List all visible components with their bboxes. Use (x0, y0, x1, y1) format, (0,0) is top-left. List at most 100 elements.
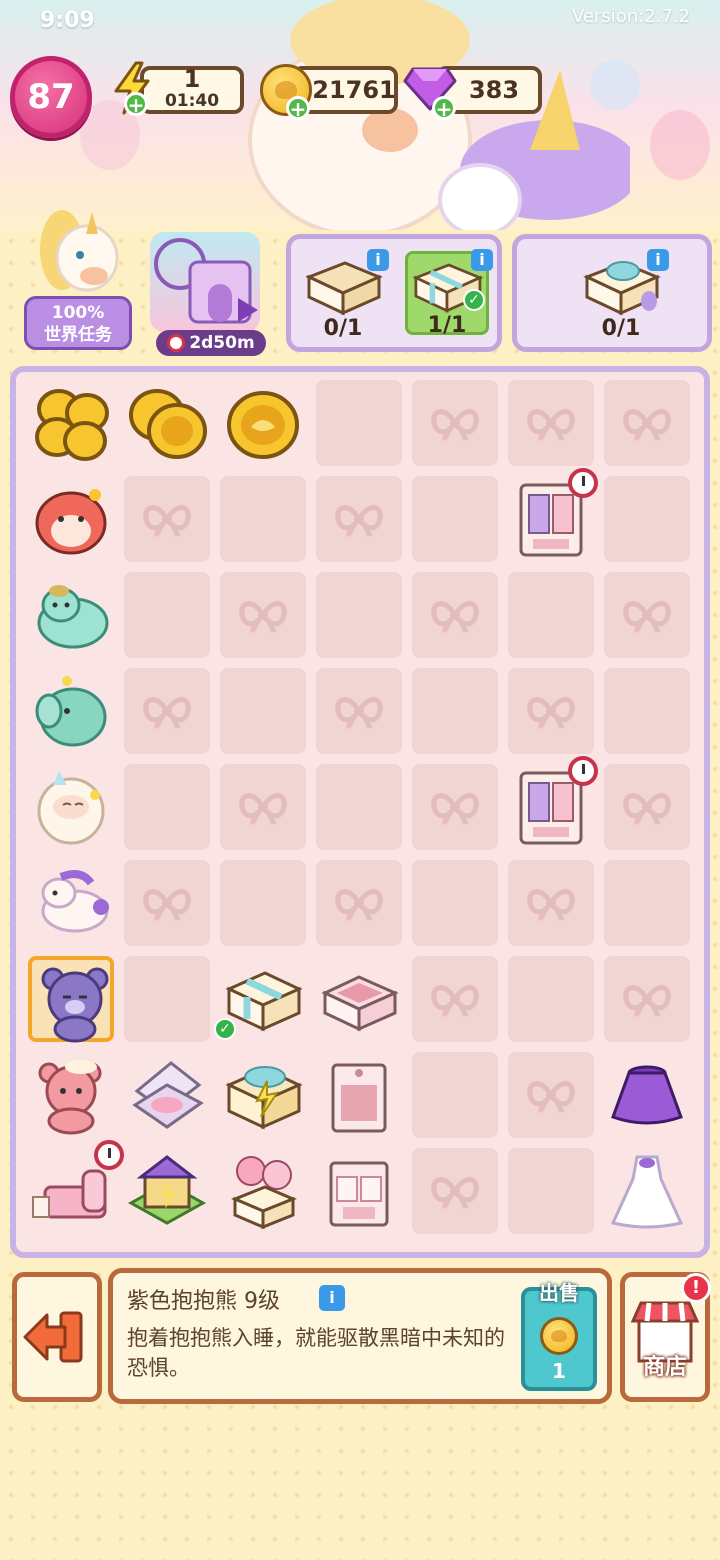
checkmark-icon: ✓ (214, 1018, 236, 1040)
board-cell[interactable] (604, 860, 690, 946)
board-cell[interactable] (508, 668, 594, 754)
clock-icon (568, 756, 598, 786)
board-cell[interactable] (508, 1148, 594, 1234)
order-count: 0/1 (601, 316, 641, 341)
board-cell[interactable] (316, 956, 402, 1042)
info-icon[interactable]: i (647, 249, 669, 271)
locked-bow-icon (622, 980, 672, 1018)
info-icon[interactable]: i (471, 249, 493, 271)
player-level-badge[interactable]: 87 (10, 56, 92, 138)
sell-price: 1 (552, 1359, 566, 1383)
board-cell[interactable] (412, 764, 498, 850)
locked-bow-icon (334, 884, 384, 922)
board-cell[interactable] (28, 572, 114, 658)
add-gems-button[interactable]: + (432, 96, 456, 120)
board-cell[interactable] (220, 668, 306, 754)
board-cell[interactable] (508, 956, 594, 1042)
board-cell[interactable] (604, 764, 690, 850)
board-cell[interactable] (316, 476, 402, 562)
item-info-icon[interactable]: i (319, 1285, 345, 1311)
board-cell[interactable] (220, 380, 306, 466)
carnival-event-button[interactable] (150, 232, 260, 332)
board-cell[interactable] (124, 1148, 210, 1234)
board-cell[interactable] (28, 764, 114, 850)
board-cell[interactable] (220, 764, 306, 850)
merge-board: ✓ (10, 366, 710, 1258)
board-cell[interactable] (508, 572, 594, 658)
board-cell[interactable] (604, 380, 690, 466)
board-cell[interactable] (316, 1148, 402, 1234)
shop-button[interactable]: 商店 ! (620, 1272, 711, 1402)
board-cell[interactable] (316, 860, 402, 946)
board-cell[interactable] (124, 956, 210, 1042)
locked-bow-icon (334, 500, 384, 538)
board-cell[interactable] (604, 572, 690, 658)
locked-bow-icon (334, 692, 384, 730)
board-cell[interactable] (124, 572, 210, 658)
board-cell[interactable] (604, 476, 690, 562)
notification-badge: ! (681, 1273, 711, 1303)
order-count: 1/1 (427, 313, 467, 338)
board-cell[interactable] (508, 1052, 594, 1138)
status-time: 9:09 (40, 8, 95, 33)
add-coins-button[interactable]: + (286, 96, 310, 120)
board-cell[interactable] (28, 668, 114, 754)
board-cell[interactable] (220, 476, 306, 562)
board-cell[interactable] (412, 1052, 498, 1138)
board-cell[interactable] (508, 756, 598, 850)
board-cell[interactable] (508, 860, 594, 946)
board-cell[interactable] (604, 668, 690, 754)
exit-button[interactable] (12, 1272, 102, 1402)
board-cell[interactable] (124, 1052, 210, 1138)
board-cell[interactable] (28, 860, 114, 946)
board-cell[interactable] (28, 1052, 114, 1138)
board-cell[interactable] (28, 1140, 124, 1234)
board-cell[interactable] (124, 668, 210, 754)
coin-icon (540, 1317, 578, 1355)
locked-bow-icon (430, 1172, 480, 1210)
board-cell[interactable] (28, 956, 115, 1043)
board-cell[interactable] (412, 380, 498, 466)
board-cell[interactable] (508, 468, 598, 562)
board-cell[interactable] (316, 1052, 402, 1138)
hamster-icon (31, 479, 111, 559)
purplebear-icon (35, 963, 115, 1043)
board-cell[interactable] (28, 380, 114, 466)
coin-value: 21761 (312, 76, 396, 104)
board-cell[interactable]: ✓ (214, 956, 306, 1042)
board-cell[interactable] (124, 860, 210, 946)
board-cell[interactable] (508, 380, 594, 466)
info-icon[interactable]: i (367, 249, 389, 271)
unicorn-icon (31, 863, 111, 943)
board-cell[interactable] (412, 956, 498, 1042)
world-task-button[interactable]: 100% 世界任务 (24, 296, 132, 350)
board-cell[interactable] (604, 1148, 690, 1234)
board-cell[interactable] (220, 1148, 306, 1234)
board-cell[interactable] (412, 476, 498, 562)
board-cell[interactable] (124, 380, 210, 466)
locked-bow-icon (142, 692, 192, 730)
board-cell[interactable] (412, 668, 498, 754)
add-energy-button[interactable]: + (124, 92, 148, 116)
board-cell[interactable] (124, 476, 210, 562)
board-cell[interactable] (316, 380, 402, 466)
board-cell[interactable] (28, 476, 114, 562)
board-cell[interactable] (316, 764, 402, 850)
board-cell[interactable] (220, 860, 306, 946)
board-cell[interactable] (316, 668, 402, 754)
board-cell[interactable] (220, 1052, 306, 1138)
board-cell[interactable] (316, 572, 402, 658)
board-cell[interactable] (412, 1148, 498, 1234)
dresser-icon (319, 1151, 399, 1231)
board-cell[interactable] (604, 1052, 690, 1138)
board-cell[interactable] (412, 572, 498, 658)
sell-button[interactable]: 出售 1 (521, 1281, 597, 1391)
board-cell[interactable] (220, 572, 306, 658)
board-cell[interactable] (604, 956, 690, 1042)
world-task-percent: 100% (51, 303, 105, 323)
event-timer-text: 2d50m (189, 333, 255, 353)
order-count: 0/1 (323, 316, 363, 341)
board-cell[interactable] (124, 764, 210, 850)
gem-value: 383 (468, 76, 520, 104)
board-cell[interactable] (412, 860, 498, 946)
